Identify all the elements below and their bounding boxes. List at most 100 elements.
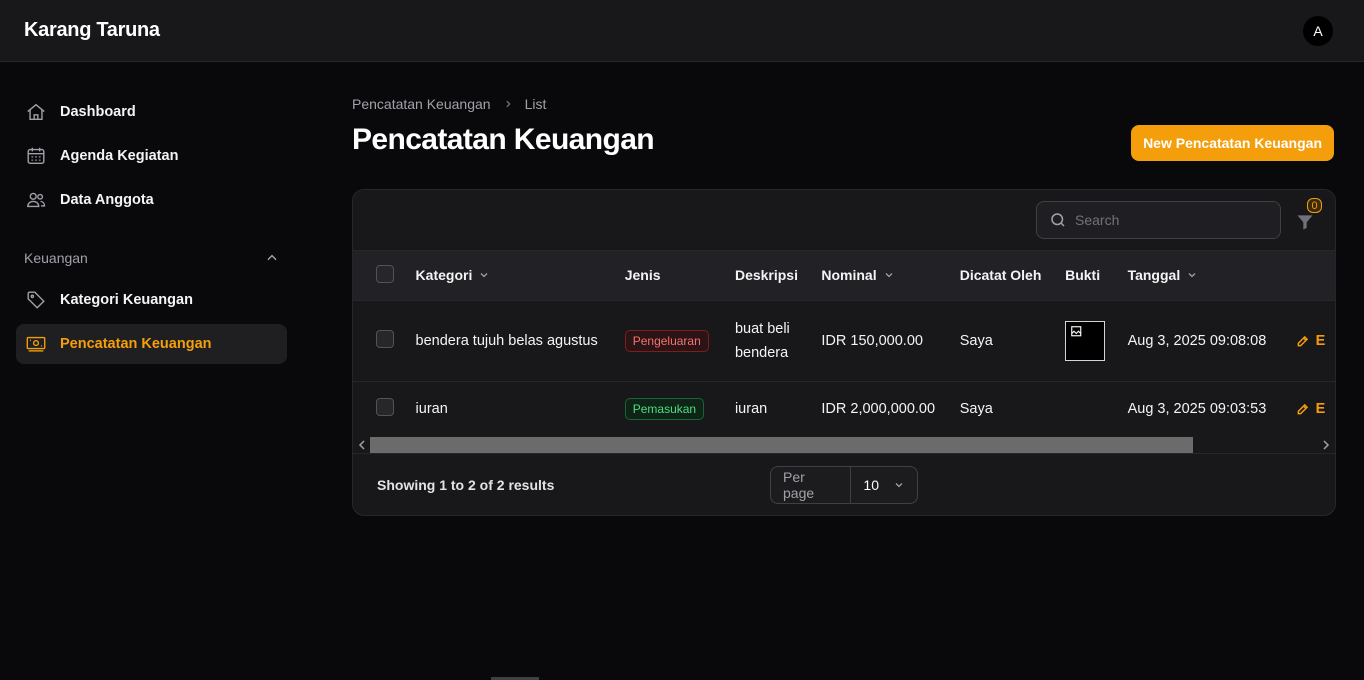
filter-button[interactable]: 0 — [1295, 198, 1322, 232]
cell-deskripsi: iuran — [734, 401, 768, 418]
horizontal-scrollbar[interactable] — [353, 436, 1335, 454]
records-table-card: 0 Kategori Jenis Deskripsi Nominal Dicat… — [352, 189, 1336, 516]
cell-bukti — [1065, 300, 1127, 381]
column-label: Bukti — [1065, 267, 1101, 284]
page-title: Pencatatan Keuangan — [352, 123, 655, 156]
sidebar-item-dashboard[interactable]: Dashboard — [16, 92, 287, 132]
edit-label: E — [1315, 401, 1326, 418]
select-all-checkbox[interactable] — [376, 264, 394, 283]
sidebar-group-label: Keuangan — [24, 250, 88, 266]
user-avatar[interactable]: A — [1302, 14, 1334, 47]
deskripsi-line: buat beli — [734, 320, 790, 337]
sidebar-item-pencatatan-keuangan[interactable]: Pencatatan Keuangan — [16, 324, 287, 364]
row-select-cell — [353, 381, 416, 437]
cell-tanggal: Aug 3, 2025 09:08:08 — [1127, 332, 1267, 349]
breadcrumb-parent[interactable]: Pencatatan Keuangan — [352, 96, 491, 112]
banknotes-icon — [24, 332, 48, 356]
tag-icon — [24, 288, 48, 312]
sidebar-group-keuangan[interactable]: Keuangan — [16, 244, 287, 272]
column-deskripsi: Deskripsi — [735, 251, 821, 300]
cell-jenis: Pengeluaran — [624, 300, 735, 381]
per-page-value[interactable]: 10 — [851, 477, 917, 493]
chevron-up-icon — [267, 254, 277, 261]
sidebar-item-label: Kategori Keuangan — [60, 292, 193, 308]
sidebar-item-label: Pencatatan Keuangan — [60, 336, 212, 352]
results-summary: Showing 1 to 2 of 2 results — [377, 477, 555, 493]
main-content: Pencatatan Keuangan List Pencatatan Keua… — [352, 92, 1336, 516]
table-row[interactable]: bendera tujuh belas agustus Pengeluaran … — [353, 300, 1335, 381]
home-icon — [24, 100, 48, 124]
column-kategori[interactable]: Kategori — [416, 251, 625, 300]
chevron-right-icon — [503, 99, 513, 109]
column-bukti: Bukti — [1065, 251, 1127, 300]
filter-count-badge: 0 — [1307, 198, 1322, 213]
search-box[interactable] — [1036, 201, 1281, 239]
scrollbar-thumb[interactable] — [370, 437, 1193, 453]
broken-image-icon — [1071, 325, 1082, 336]
edit-icon — [1297, 404, 1308, 415]
row-checkbox[interactable] — [376, 398, 394, 417]
column-label: Jenis — [624, 267, 661, 284]
row-checkbox[interactable] — [376, 329, 394, 348]
cell-nominal: IDR 2,000,000.00 — [821, 401, 936, 418]
sort-chevron-icon — [885, 273, 893, 278]
search-input[interactable] — [1075, 212, 1255, 228]
column-label: Nominal — [821, 267, 877, 284]
cell-bukti — [1065, 381, 1127, 437]
sidebar-item-label: Dashboard — [60, 104, 136, 120]
calendar-icon — [24, 144, 48, 168]
search-icon — [1051, 213, 1065, 227]
select-all-cell — [353, 251, 416, 300]
deskripsi-line: bendera — [734, 344, 789, 361]
column-tanggal[interactable]: Tanggal — [1128, 251, 1296, 300]
table-toolbar: 0 — [353, 190, 1335, 251]
sort-chevron-icon — [1188, 273, 1196, 278]
column-nominal[interactable]: Nominal — [821, 251, 959, 300]
sidebar-item-label: Agenda Kegiatan — [60, 148, 179, 164]
table-footer: Showing 1 to 2 of 2 results Per page 10 — [353, 454, 1335, 515]
cell-deskripsi: buat beli bendera — [735, 300, 821, 381]
topbar: Karang Taruna A — [0, 0, 1364, 62]
edit-action[interactable]: E — [1296, 333, 1335, 349]
scroll-right-icon[interactable] — [1321, 439, 1331, 451]
per-page-number: 10 — [863, 477, 879, 493]
cell-nominal: IDR 150,000.00 — [821, 332, 923, 349]
table-header-row: Kategori Jenis Deskripsi Nominal Dicatat… — [353, 251, 1335, 300]
sidebar-item-anggota[interactable]: Data Anggota — [16, 180, 287, 220]
cell-actions: E — [1296, 381, 1335, 437]
cell-jenis: Pemasukan — [624, 381, 735, 437]
edit-action[interactable]: E — [1296, 401, 1335, 417]
breadcrumb-current: List — [524, 96, 547, 112]
cell-dicatat-oleh: Saya — [959, 332, 993, 349]
funnel-icon — [1297, 215, 1313, 230]
sidebar-item-agenda[interactable]: Agenda Kegiatan — [16, 136, 287, 176]
column-label: Tanggal — [1127, 267, 1181, 284]
column-dicatat-oleh: Dicatat Oleh — [960, 251, 1065, 300]
per-page-select[interactable]: Per page 10 — [770, 466, 918, 504]
new-pencatatan-button[interactable]: New Pencatatan Keuangan — [1131, 125, 1334, 161]
cell-dicatat-oleh: Saya — [959, 401, 993, 418]
app-title[interactable]: Karang Taruna — [24, 19, 160, 42]
column-label: Deskripsi — [734, 267, 798, 284]
sidebar-item-kategori-keuangan[interactable]: Kategori Keuangan — [16, 280, 287, 320]
edit-icon — [1297, 335, 1308, 346]
scroll-left-icon[interactable] — [357, 439, 367, 451]
column-actions — [1296, 251, 1335, 300]
page-header: Pencatatan Keuangan New Pencatatan Keuan… — [352, 120, 1334, 161]
users-icon — [24, 188, 48, 212]
edit-label: E — [1315, 332, 1326, 349]
sidebar: Dashboard Agenda Kegiatan Data Anggota K… — [16, 92, 287, 368]
sidebar-item-label: Data Anggota — [60, 192, 154, 208]
records-table: Kategori Jenis Deskripsi Nominal Dicatat… — [353, 251, 1335, 437]
cell-tanggal: Aug 3, 2025 09:03:53 — [1127, 401, 1267, 418]
jenis-badge: Pengeluaran — [624, 329, 709, 352]
row-select-cell — [353, 300, 416, 381]
cell-kategori: bendera tujuh belas agustus — [415, 332, 598, 349]
breadcrumb: Pencatatan Keuangan List — [352, 92, 1334, 116]
column-label: Kategori — [415, 267, 473, 284]
bukti-thumbnail[interactable] — [1065, 320, 1106, 361]
column-label: Dicatat Oleh — [959, 267, 1042, 284]
table-row[interactable]: iuran Pemasukan iuran IDR 2,000,000.00 S… — [353, 381, 1335, 437]
cell-actions: E — [1296, 300, 1335, 381]
column-jenis: Jenis — [625, 251, 735, 300]
